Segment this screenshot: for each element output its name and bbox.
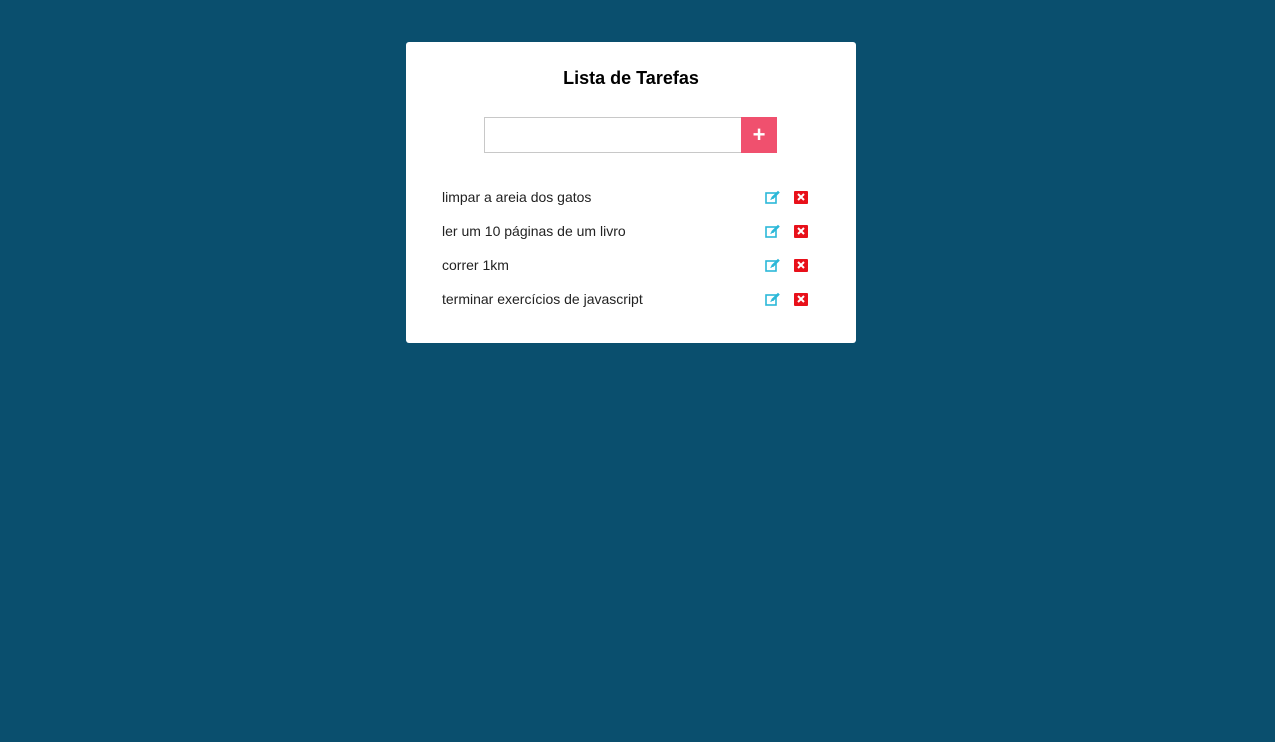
page-title: Lista de Tarefas — [563, 68, 699, 88]
task-actions — [764, 256, 810, 274]
delete-icon[interactable] — [792, 188, 810, 206]
task-text: limpar a areia dos gatos — [442, 189, 592, 205]
task-item: correr 1km — [442, 248, 808, 282]
task-text: terminar exercícios de javascript — [442, 291, 643, 307]
delete-icon[interactable] — [792, 222, 810, 240]
task-text: ler um 10 páginas de um livro — [442, 223, 626, 239]
add-task-button[interactable]: + — [741, 117, 777, 153]
task-actions — [764, 222, 810, 240]
task-item: ler um 10 páginas de um livro — [442, 214, 808, 248]
task-item: limpar a areia dos gatos — [442, 180, 808, 214]
task-text: correr 1km — [442, 257, 509, 273]
delete-icon[interactable] — [792, 256, 810, 274]
task-actions — [764, 290, 810, 308]
edit-icon[interactable] — [764, 188, 782, 206]
todo-card: Lista de Tarefas + limpar a areia dos ga… — [406, 42, 856, 343]
task-actions — [764, 188, 810, 206]
task-item: terminar exercícios de javascript — [442, 282, 808, 316]
edit-icon[interactable] — [764, 290, 782, 308]
add-task-row: + — [484, 117, 777, 153]
task-input[interactable] — [484, 117, 741, 153]
task-list: limpar a areia dos gatos ler um 10 págin… — [442, 180, 808, 316]
edit-icon[interactable] — [764, 256, 782, 274]
edit-icon[interactable] — [764, 222, 782, 240]
delete-icon[interactable] — [792, 290, 810, 308]
